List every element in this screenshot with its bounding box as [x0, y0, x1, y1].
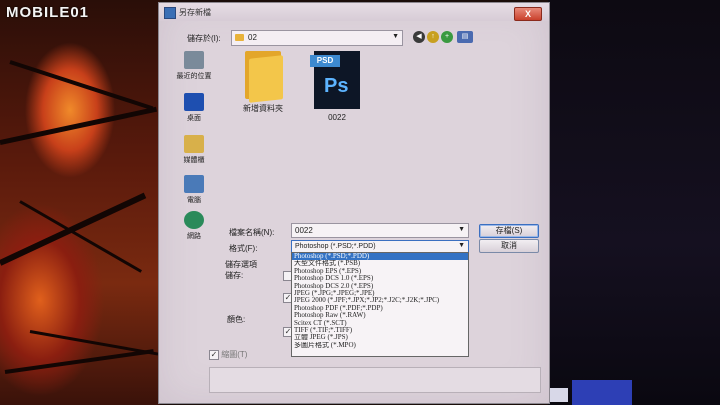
places-sidebar: 最近的位置 桌面 媒體櫃 電腦 網路	[169, 51, 219, 251]
save-as-dialog: 另存新檔 X 儲存於(I): 02 ▼ ◀ ↑ + ▤ 最近的位置 桌面 媒體櫃…	[158, 2, 550, 404]
place-recent[interactable]: 最近的位置	[169, 51, 219, 81]
format-option[interactable]: 立體 JPEG (*.JPS)	[292, 334, 468, 341]
format-option[interactable]: 大型文件格式 (*.PSB)	[292, 260, 468, 267]
warning-area	[209, 367, 541, 393]
photoshop-icon	[164, 7, 176, 19]
format-value: Photoshop (*.PSD;*.PDD)	[295, 243, 376, 250]
save-in-combo[interactable]: 02 ▼	[231, 30, 403, 46]
recent-places-icon	[184, 51, 204, 69]
format-option[interactable]: 多圖片格式 (*.MPO)	[292, 342, 468, 349]
background-dark	[548, 0, 720, 405]
network-icon	[184, 211, 204, 229]
computer-icon	[184, 175, 204, 193]
format-option[interactable]: Photoshop Raw (*.RAW)	[292, 312, 468, 319]
save-in-value: 02	[248, 33, 257, 42]
format-option[interactable]: JPEG 2000 (*.JPF;*.JPX;*.JP2;*.J2C;*.J2K…	[292, 297, 468, 304]
cancel-button[interactable]: 取消	[479, 239, 539, 253]
place-libraries[interactable]: 媒體櫃	[169, 135, 219, 165]
format-option[interactable]: Photoshop (*.PSD;*.PDD)	[292, 253, 468, 261]
dialog-title: 另存新檔	[179, 8, 211, 17]
format-option[interactable]: Scitex CT (*.SCT)	[292, 320, 468, 327]
watermark-logo: MOBILE01	[6, 4, 90, 21]
thumbnail-label: 縮圖(T)	[221, 350, 248, 359]
place-network[interactable]: 網路	[169, 211, 219, 241]
save-options-header: 儲存選項 儲存:	[225, 260, 257, 280]
folder-icon	[245, 51, 283, 103]
background-photo	[0, 0, 160, 405]
up-folder-icon[interactable]: ↑	[427, 31, 439, 43]
new-folder-icon[interactable]: +	[441, 31, 453, 43]
blue-block	[572, 380, 632, 405]
folder-icon	[235, 34, 244, 41]
save-button[interactable]: 存檔(S)	[479, 224, 539, 238]
save-in-label: 儲存於(I):	[187, 34, 221, 43]
desktop-icon	[184, 93, 204, 111]
format-option[interactable]: Photoshop DCS 1.0 (*.EPS)	[292, 275, 468, 282]
format-option[interactable]: JPEG (*.JPG;*.JPEG;*.JPE)	[292, 290, 468, 297]
psd-file-icon: PSD Ps	[310, 51, 360, 109]
libraries-icon	[184, 135, 204, 153]
file-list: 新增資料夾 PSD Ps 0022	[225, 49, 543, 221]
format-option[interactable]: Photoshop PDF (*.PDF;*.PDP)	[292, 305, 468, 312]
place-desktop[interactable]: 桌面	[169, 93, 219, 123]
view-menu-icon[interactable]: ▤	[457, 31, 473, 43]
thumbnail-row: ✓ 縮圖(T)	[209, 349, 247, 360]
format-option[interactable]: TIFF (*.TIF;*.TIFF)	[292, 327, 468, 334]
chevron-down-icon[interactable]: ▼	[392, 33, 399, 40]
close-button[interactable]: X	[514, 7, 542, 21]
back-icon[interactable]: ◀	[413, 31, 425, 43]
filename-input[interactable]: 0022 ▼	[291, 223, 469, 238]
place-computer[interactable]: 電腦	[169, 175, 219, 205]
format-dropdown-list: Photoshop (*.PSD;*.PDD) 大型文件格式 (*.PSB) P…	[291, 252, 469, 357]
title-bar: 另存新檔 X	[159, 3, 549, 21]
filename-label: 檔案名稱(N):	[229, 228, 275, 237]
format-option[interactable]: Photoshop DCS 2.0 (*.EPS)	[292, 283, 468, 290]
thumbnail-checkbox[interactable]: ✓	[209, 349, 219, 360]
chevron-down-icon[interactable]: ▼	[458, 226, 465, 233]
color-label: 顏色:	[227, 315, 246, 324]
format-option[interactable]: Photoshop EPS (*.EPS)	[292, 268, 468, 275]
chevron-down-icon[interactable]: ▼	[458, 242, 465, 249]
white-block	[548, 388, 568, 402]
format-label: 格式(F):	[229, 244, 258, 253]
file-item-psd[interactable]: PSD Ps 0022	[307, 51, 367, 122]
filename-value: 0022	[295, 226, 313, 235]
file-item-folder[interactable]: 新增資料夾	[233, 51, 293, 114]
